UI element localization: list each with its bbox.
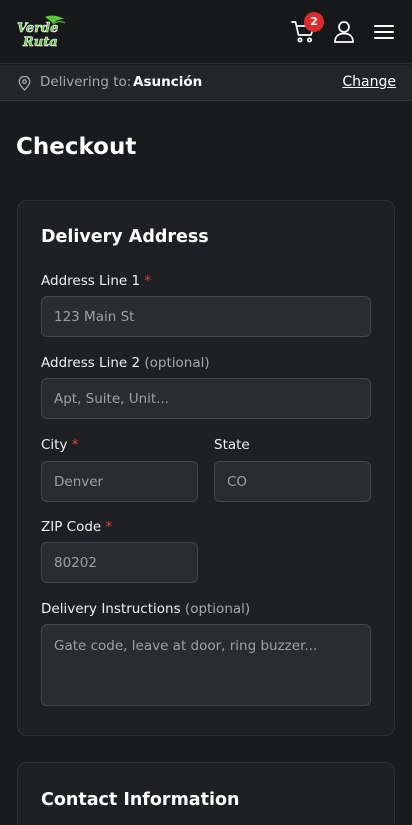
zip-code-label: ZIP Code * (41, 519, 113, 535)
optional-hint: (optional) (144, 355, 210, 371)
page-title: Checkout (16, 134, 137, 160)
location-pin-icon (18, 75, 31, 91)
cart-count-badge: 2 (304, 12, 324, 32)
delivery-instructions-label: Delivery Instructions (optional) (41, 601, 251, 617)
city-input[interactable] (41, 461, 198, 502)
address-line-1-label: Address Line 1 * (41, 273, 152, 289)
change-location-link[interactable]: Change (342, 74, 396, 90)
city-label: City * (41, 437, 79, 453)
address-line-2-input[interactable] (41, 378, 371, 419)
required-mark: * (144, 273, 152, 289)
required-mark: * (71, 437, 79, 453)
delivery-address-card: Delivery Address Address Line 1 * Addres… (17, 200, 395, 736)
address-line-1-input[interactable] (41, 296, 371, 337)
required-mark: * (105, 519, 113, 535)
svg-text:Verde: Verde (17, 21, 58, 36)
delivery-city: Asunción (133, 74, 203, 90)
top-navigation-bar: Verde Ruta 2 (0, 0, 412, 64)
contact-information-card: Contact Information (17, 762, 395, 825)
delivery-location-bar: Delivering to: Asunción Change (0, 65, 412, 101)
contact-information-title: Contact Information (41, 790, 240, 810)
zip-code-input[interactable] (41, 542, 198, 583)
svg-text:Ruta: Ruta (22, 35, 58, 49)
state-label: State (214, 437, 250, 453)
address-line-2-label: Address Line 2 (optional) (41, 355, 210, 371)
delivery-instructions-textarea[interactable] (41, 624, 371, 706)
user-account-icon[interactable] (333, 20, 355, 44)
optional-hint: (optional) (184, 601, 251, 617)
state-input[interactable] (214, 461, 371, 502)
delivery-address-title: Delivery Address (41, 227, 209, 247)
verde-ruta-logo[interactable]: Verde Ruta (15, 15, 67, 50)
hamburger-menu-icon[interactable] (373, 22, 395, 42)
delivering-to-label: Delivering to: (40, 74, 132, 90)
